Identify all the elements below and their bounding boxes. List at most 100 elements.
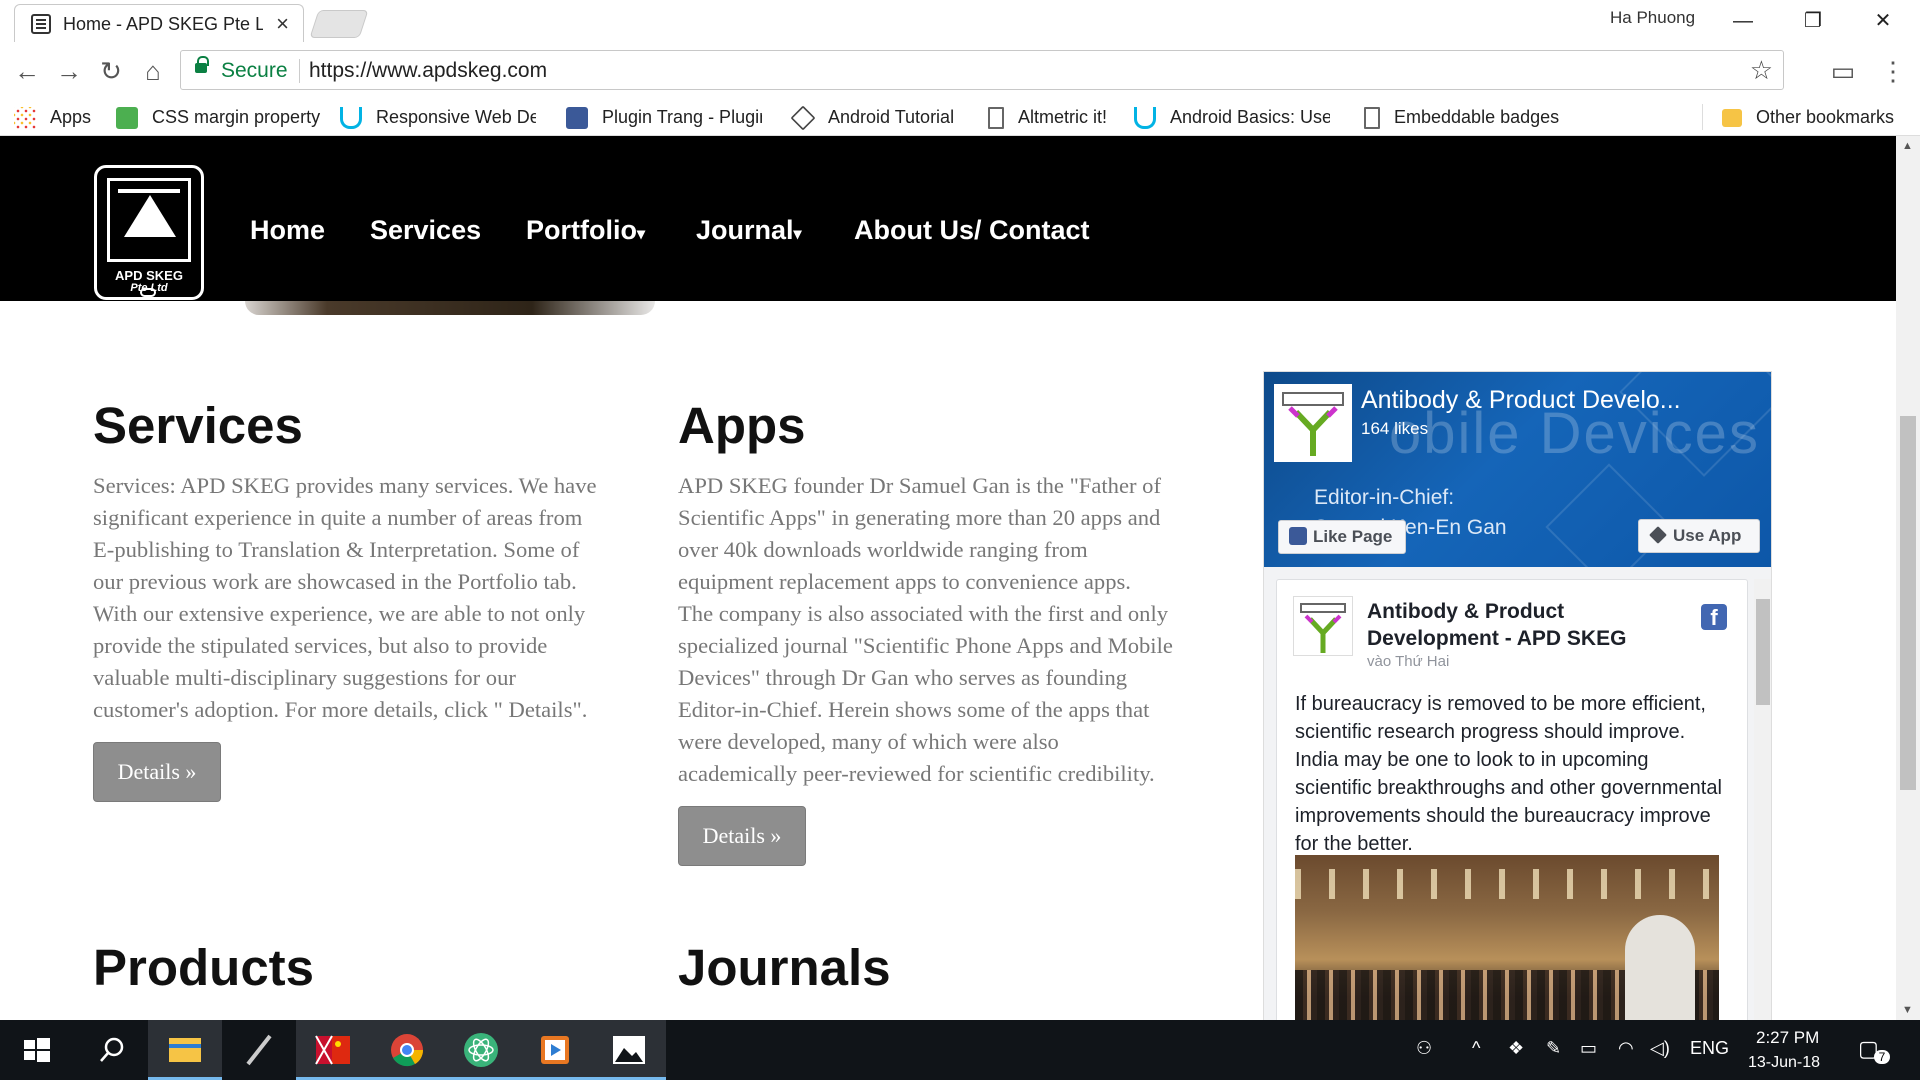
products-heading: Products	[93, 939, 315, 996]
services-details-button[interactable]: Details »	[93, 742, 221, 802]
facebook-feed-scrollbar[interactable]	[1754, 579, 1771, 1020]
nav-services[interactable]: Services	[370, 215, 481, 246]
facebook-feed-scroll-thumb[interactable]	[1756, 599, 1770, 705]
bookmark-plugin-trang[interactable]: Plugin Trang - Plugin	[566, 102, 762, 132]
tab-title: Home - APD SKEG Pte Ltd	[63, 14, 263, 34]
site-logo[interactable]: APD SKEG Pte Ltd	[94, 165, 204, 300]
cast-icon[interactable]: ▭	[1826, 54, 1860, 88]
menu-dots-icon[interactable]: ⋮	[1876, 54, 1910, 88]
facebook-icon[interactable]: f	[1701, 604, 1727, 630]
reload-icon[interactable]: ↻	[94, 54, 128, 88]
page-icon	[1364, 107, 1380, 130]
profile-name[interactable]: Ha Phuong	[1610, 8, 1695, 28]
bookmark-embeddable-badges[interactable]: Embeddable badges	[1364, 102, 1559, 132]
dropbox-icon[interactable]: ❖	[1508, 1038, 1524, 1059]
new-tab-button[interactable]	[309, 10, 369, 38]
logo-phone-button-icon	[140, 288, 156, 297]
language-indicator[interactable]: ENG	[1690, 1038, 1729, 1059]
post-author-name[interactable]: Antibody & Product Development - APD SKE…	[1367, 598, 1667, 652]
secure-label: Secure	[221, 59, 288, 82]
media-player-icon[interactable]	[518, 1020, 592, 1080]
bookmark-android-basics[interactable]: Android Basics: User	[1134, 102, 1330, 132]
bookmark-altmetric[interactable]: Altmetric it!	[988, 102, 1107, 132]
bookmarks-bar: Apps CSS margin property Responsive Web …	[0, 98, 1920, 136]
page-scrollbar[interactable]: ▲ ▼	[1896, 136, 1920, 1020]
nav-about-contact[interactable]: About Us/ Contact	[854, 215, 1090, 246]
bookmark-responsive-web[interactable]: Responsive Web Des	[340, 102, 536, 132]
flag-app-icon[interactable]	[296, 1020, 370, 1080]
tab-close-icon[interactable]: ×	[276, 11, 289, 37]
caret-down-icon: ▾	[636, 226, 646, 243]
home-icon[interactable]: ⌂	[136, 54, 170, 88]
windows-start-icon[interactable]	[0, 1020, 74, 1080]
pen-tray-icon[interactable]: ✎	[1546, 1038, 1561, 1059]
services-text: Services: APD SKEG provides many service…	[93, 473, 597, 722]
omnibox-divider	[299, 59, 300, 83]
nav-portfolio[interactable]: Portfolio▾	[526, 215, 645, 246]
battery-icon[interactable]: ▭	[1580, 1038, 1597, 1059]
clock-time[interactable]: 2:27 PM	[1756, 1028, 1819, 1048]
clock-date[interactable]: 13-Jun-18	[1748, 1054, 1820, 1072]
close-window-button[interactable]: ✕	[1853, 4, 1913, 38]
restore-button[interactable]: ❐	[1783, 4, 1843, 38]
chrome-icon[interactable]	[370, 1020, 444, 1080]
post-text: If bureaucracy is removed to be more eff…	[1295, 693, 1722, 855]
bookmark-css-margin[interactable]: CSS margin property	[116, 102, 320, 132]
scroll-down-arrow-icon[interactable]: ▼	[1902, 1004, 1913, 1016]
atom-icon[interactable]	[444, 1020, 518, 1080]
antibody-icon	[1304, 614, 1342, 653]
people-icon[interactable]: ⚇	[1416, 1038, 1432, 1059]
udacity-icon	[1134, 107, 1156, 130]
browser-toolbar: ← → ↻ ⌂ Secure https://www.apdskeg.com ☆…	[0, 42, 1920, 98]
post-photo[interactable]	[1295, 855, 1719, 1020]
bookmark-android-tutorial[interactable]: Android Tutorial	[790, 102, 954, 132]
bookmark-other[interactable]: Other bookmarks	[1722, 102, 1894, 132]
search-icon[interactable]	[74, 1020, 148, 1080]
post-author-avatar[interactable]	[1293, 596, 1353, 656]
windows-taskbar: ⚇ ^ ❖ ✎ ▭ ◠ ◁) ENG 2:27 PM 13-Jun-18 ▢ 7	[0, 1020, 1920, 1080]
apps-heading: Apps	[678, 397, 806, 454]
pen-icon[interactable]	[222, 1020, 296, 1080]
facebook-likes-count: 164 likes	[1361, 419, 1429, 438]
facebook-cover[interactable]: obile Devices Editor-in-Chief: Samuel Ke…	[1264, 372, 1771, 567]
bookmark-star-icon[interactable]: ☆	[1750, 55, 1773, 86]
url-text[interactable]: https://www.apdskeg.com	[309, 59, 547, 83]
browser-tab[interactable]: Home - APD SKEG Pte Ltd ×	[14, 4, 304, 42]
scroll-up-arrow-icon[interactable]: ▲	[1902, 140, 1913, 152]
folder-icon	[1722, 109, 1742, 128]
apps-details-button[interactable]: Details »	[678, 806, 806, 866]
photos-icon[interactable]	[592, 1020, 666, 1080]
bookmarks-divider	[1702, 104, 1703, 130]
caret-down-icon: ▾	[793, 226, 802, 243]
show-hidden-icons-icon[interactable]: ^	[1472, 1038, 1480, 1059]
volume-icon[interactable]: ◁)	[1650, 1038, 1670, 1059]
browser-titlebar: Home - APD SKEG Pte Ltd × Ha Phuong — ❐ …	[0, 0, 1920, 42]
address-bar[interactable]: Secure https://www.apdskeg.com ☆	[180, 50, 1784, 90]
logo-text: APD SKEG	[115, 268, 183, 283]
services-heading: Services	[93, 397, 303, 454]
page-avatar[interactable]	[1274, 384, 1352, 462]
facebook-page-name[interactable]: Antibody & Product Develo...	[1361, 386, 1681, 415]
apps-text: APD SKEG founder Dr Samuel Gan is the "F…	[678, 473, 1173, 786]
file-explorer-icon[interactable]	[148, 1020, 222, 1080]
page-icon	[988, 107, 1004, 130]
minimize-button[interactable]: —	[1713, 4, 1773, 38]
use-app-button[interactable]: Use App	[1638, 519, 1760, 553]
photo-lights	[1295, 869, 1719, 899]
notification-count-badge: 7	[1874, 1050, 1890, 1064]
facebook-page-widget: obile Devices Editor-in-Chief: Samuel Ke…	[1263, 371, 1772, 1021]
post-date[interactable]: vào Thứ Hai	[1367, 653, 1449, 670]
facebook-icon	[1289, 527, 1307, 545]
bookmark-apps[interactable]: Apps	[14, 102, 91, 132]
like-page-button[interactable]: Like Page	[1278, 520, 1406, 554]
journals-heading: Journals	[678, 939, 891, 996]
lock-icon	[195, 56, 209, 73]
wifi-icon[interactable]: ◠	[1618, 1038, 1634, 1059]
apps-grid-icon	[14, 107, 36, 130]
w3schools-icon	[116, 107, 138, 130]
nav-journal[interactable]: Journal▾	[696, 215, 802, 246]
nav-home[interactable]: Home	[250, 215, 325, 246]
page-scroll-thumb[interactable]	[1900, 416, 1916, 790]
back-arrow-icon[interactable]: ←	[10, 54, 44, 88]
forward-arrow-icon[interactable]: →	[52, 54, 86, 88]
